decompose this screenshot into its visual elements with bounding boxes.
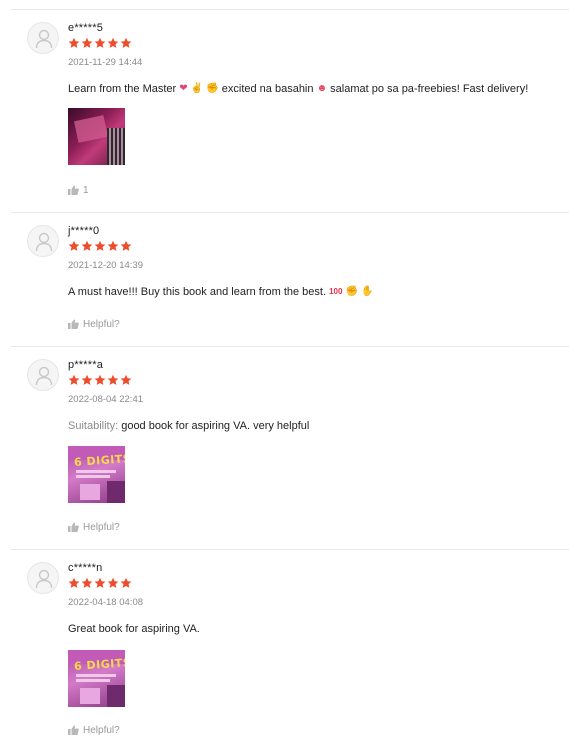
helpful-label: Helpful?: [83, 521, 120, 533]
suitability-label: Suitability:: [68, 420, 119, 432]
review-item: p*****a 2022-08-04 22:41 Suitability: go…: [11, 346, 569, 550]
star-filled-icon: [107, 374, 119, 385]
review-list: e*****5 2021-11-29 14:44 Learn from the …: [0, 0, 569, 740]
star-filled-icon: [68, 374, 80, 385]
reviewer-username: p*****a: [68, 359, 104, 371]
comment-text: Great book for aspiring VA.: [68, 623, 200, 635]
star-filled-icon: [120, 240, 132, 251]
star-filled-icon: [107, 240, 119, 251]
review-comment: A must have!!! Buy this book and learn f…: [68, 286, 373, 298]
review-comment: Great book for aspiring VA.: [68, 623, 200, 635]
user-silhouette-icon: [35, 232, 53, 252]
star-filled-icon: [81, 37, 93, 48]
star-filled-icon: [94, 37, 106, 48]
photo-cover-block: [80, 688, 100, 704]
avatar[interactable]: [27, 359, 59, 391]
raising-hands-emoji-icon: ✋: [361, 286, 374, 298]
star-filled-icon: [120, 37, 132, 48]
star-filled-icon: [107, 577, 119, 588]
review-photo[interactable]: [68, 108, 125, 165]
photo-card-shape: [74, 115, 108, 143]
helpful-button[interactable]: Helpful?: [68, 318, 120, 330]
star-rating: [68, 374, 132, 387]
heart-eyes-emoji-icon: ☻: [316, 83, 328, 95]
photo-fabric-shape: [107, 128, 125, 165]
avatar[interactable]: [27, 22, 59, 54]
star-filled-icon: [68, 577, 80, 588]
comment-text: Learn from the Master: [68, 83, 177, 95]
like-count: 1: [83, 184, 89, 196]
flexed-biceps-emoji-icon: ✊: [206, 83, 219, 95]
user-silhouette-icon: [35, 569, 53, 589]
photo-shadow: [107, 685, 125, 707]
review-item: c*****n 2022-04-18 04:08 Great book for …: [11, 549, 569, 741]
star-filled-icon: [120, 577, 132, 588]
photo-subtitle-line: [76, 475, 110, 478]
photo-subtitle-line: [76, 679, 110, 682]
thumbs-up-icon: [68, 725, 79, 735]
review-photo[interactable]: 6 DIGITS: [68, 650, 125, 707]
reviewer-username: e*****5: [68, 22, 104, 34]
photo-cover-block: [80, 484, 100, 500]
review-date: 2021-12-20 14:39: [68, 260, 144, 271]
comment-text: good book for aspiring VA. very helpful: [121, 420, 310, 432]
review-date: 2021-11-29 14:44: [68, 57, 143, 68]
reviewer-username: c*****n: [68, 562, 103, 574]
review-comment: Suitability: good book for aspiring VA. …: [68, 420, 309, 432]
photo-shadow: [107, 481, 125, 503]
thumbs-up-icon: [68, 522, 79, 532]
review-comment: Learn from the Master ❤ ✌ ✊ excited na b…: [68, 83, 528, 95]
review-item: j*****0 2021-12-20 14:39 A must have!!! …: [11, 212, 569, 347]
user-silhouette-icon: [35, 366, 53, 386]
star-rating: [68, 577, 132, 590]
like-button[interactable]: 1: [68, 184, 89, 196]
helpful-label: Helpful?: [83, 724, 120, 736]
helpful-button[interactable]: Helpful?: [68, 521, 120, 533]
review-photo[interactable]: 6 DIGITS: [68, 446, 125, 503]
star-filled-icon: [94, 374, 106, 385]
flexed-biceps-emoji-icon: ✊: [345, 286, 358, 298]
photo-subtitle-line: [76, 674, 116, 677]
hundred-points-emoji-icon: 100: [329, 287, 343, 297]
thumbs-up-icon: [68, 185, 79, 195]
star-filled-icon: [68, 240, 80, 251]
photo-book-title: 6 DIGITS: [73, 656, 125, 673]
star-rating: [68, 240, 132, 253]
comment-text-3: salamat po sa pa-freebies! Fast delivery…: [330, 83, 529, 95]
star-filled-icon: [107, 37, 119, 48]
star-filled-icon: [81, 374, 93, 385]
comment-text-2: excited na basahin: [221, 83, 314, 95]
reviewer-username: j*****0: [68, 225, 100, 237]
love-you-gesture-emoji-icon: ✌: [190, 83, 204, 95]
photo-book-title: 6 DIGITS: [73, 452, 125, 469]
star-filled-icon: [94, 577, 106, 588]
star-filled-icon: [81, 577, 93, 588]
helpful-label: Helpful?: [83, 318, 120, 330]
user-silhouette-icon: [35, 29, 53, 49]
review-date: 2022-08-04 22:41: [68, 394, 144, 405]
star-filled-icon: [120, 374, 132, 385]
thumbs-up-icon: [68, 319, 79, 329]
avatar[interactable]: [27, 225, 59, 257]
pink-heart-emoji-icon: ❤: [179, 83, 188, 95]
avatar[interactable]: [27, 562, 59, 594]
comment-text: A must have!!! Buy this book and learn f…: [68, 286, 327, 298]
review-date: 2022-04-18 04:08: [68, 597, 144, 608]
photo-subtitle-line: [76, 470, 116, 473]
star-filled-icon: [94, 240, 106, 251]
star-filled-icon: [68, 37, 80, 48]
review-item: e*****5 2021-11-29 14:44 Learn from the …: [11, 9, 569, 213]
star-filled-icon: [81, 240, 93, 251]
star-rating: [68, 37, 132, 50]
helpful-button[interactable]: Helpful?: [68, 724, 120, 736]
